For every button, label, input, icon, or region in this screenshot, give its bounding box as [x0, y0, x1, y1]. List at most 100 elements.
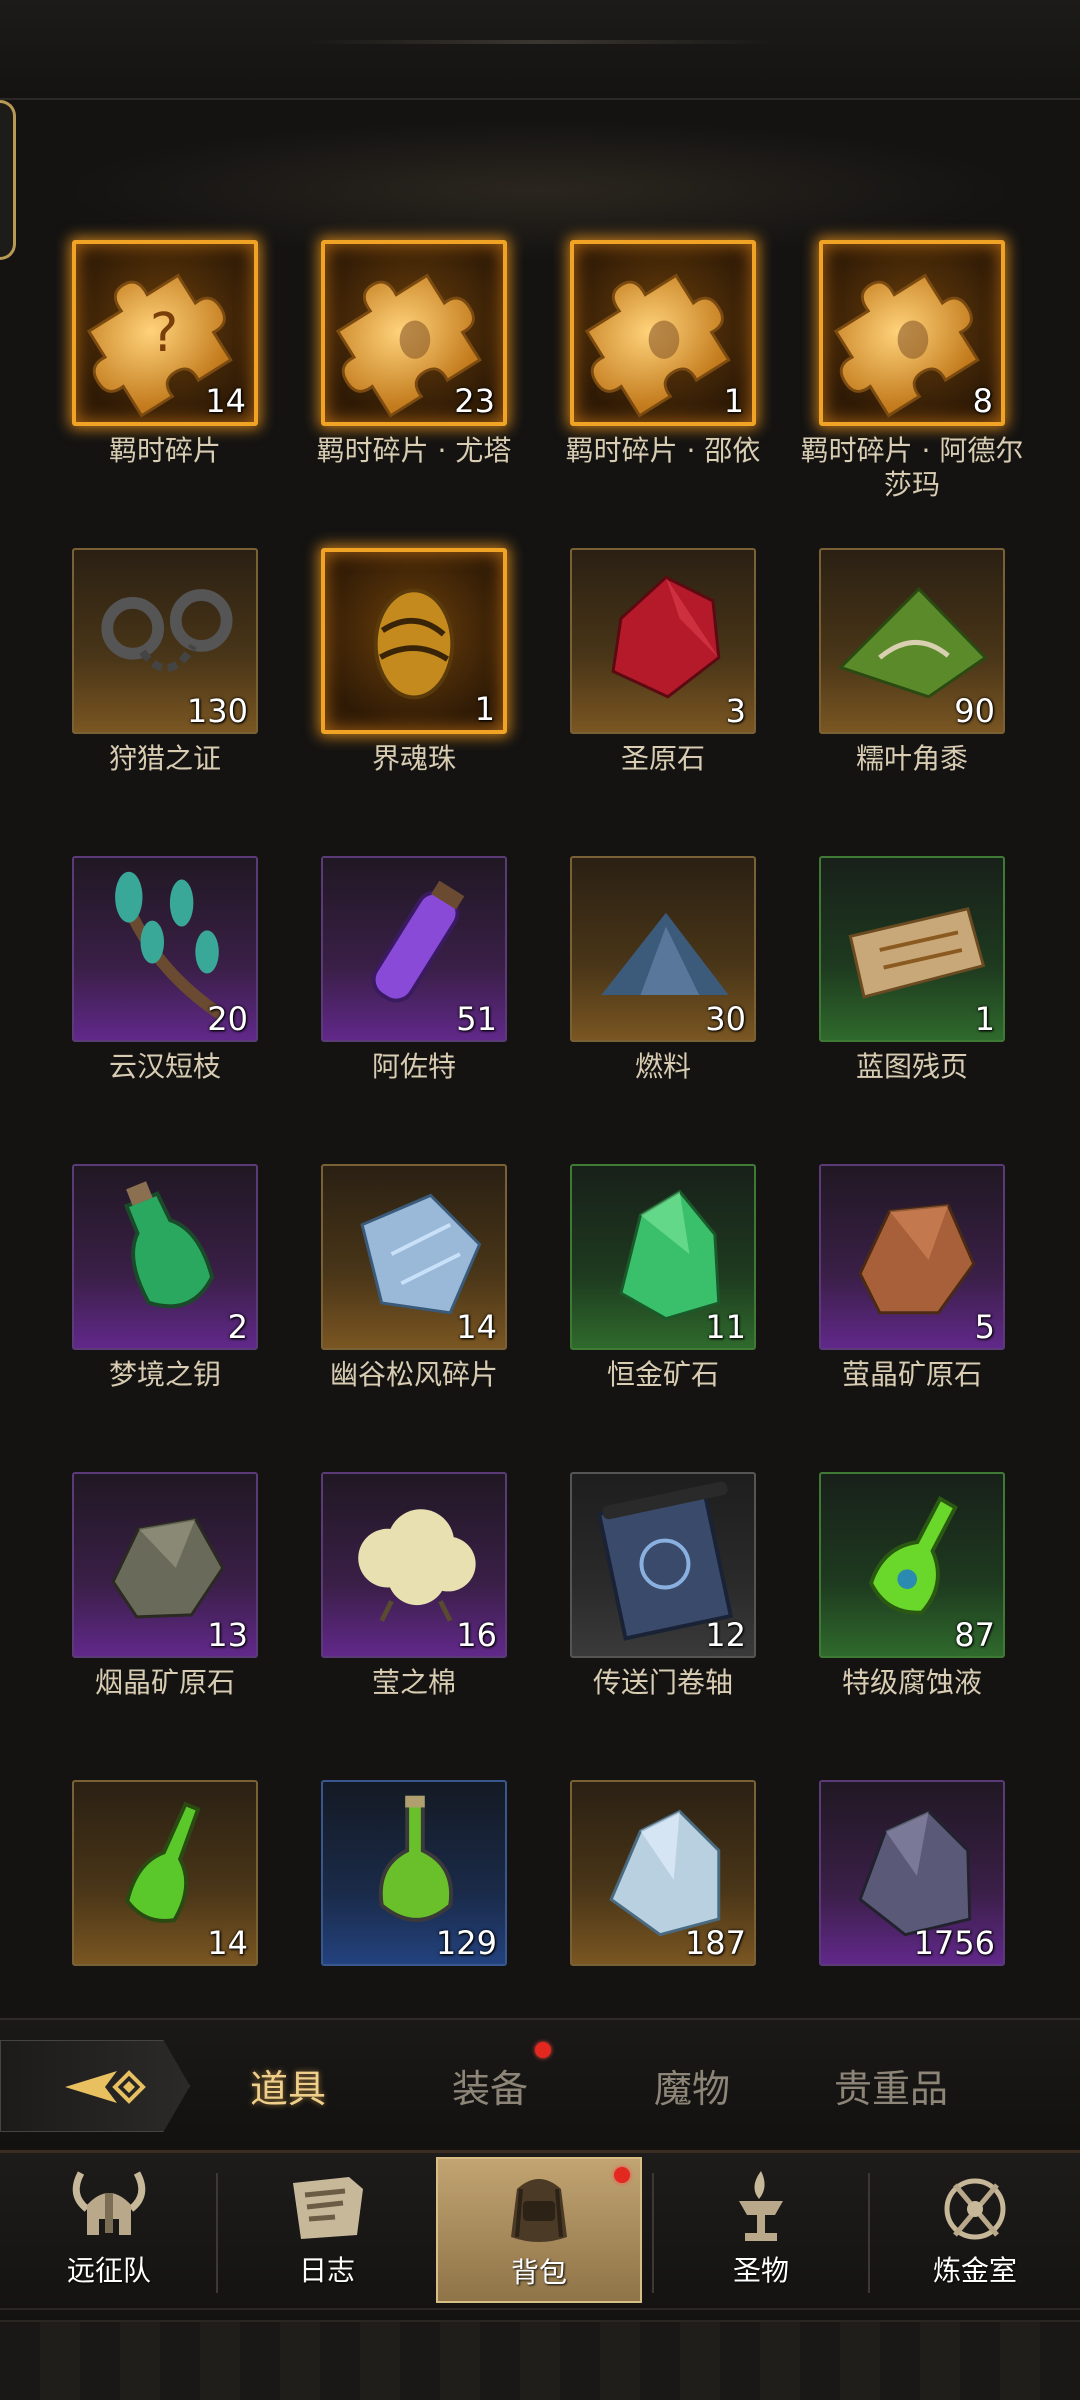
- item-count: 51: [456, 1000, 497, 1038]
- item-count: 13: [207, 1616, 248, 1654]
- nav-alchemy[interactable]: 炼金室: [872, 2157, 1078, 2303]
- item-slot[interactable]: 2: [72, 1164, 258, 1350]
- item-name: 传送门卷轴: [592, 1666, 733, 1699]
- backpack-badge: [614, 2167, 630, 2183]
- nav-expedition[interactable]: 远征队: [6, 2157, 212, 2303]
- item-slot[interactable]: 12: [570, 1472, 756, 1658]
- item-slot[interactable]: 5: [819, 1164, 1005, 1350]
- inventory-item[interactable]: 90 糯叶角黍: [819, 548, 1005, 856]
- item-count: 14: [207, 1924, 248, 1962]
- item-count: 8: [972, 382, 993, 420]
- ornament-line: [300, 40, 780, 44]
- item-slot[interactable]: 87: [819, 1472, 1005, 1658]
- nav-label: 日志: [298, 2254, 355, 2287]
- inventory-item[interactable]: 1 羁时碎片 · 邵依: [566, 240, 760, 548]
- item-slot[interactable]: 14: [321, 1164, 507, 1350]
- nav-divider: [216, 2173, 218, 2293]
- equipment-badge: [535, 2042, 551, 2058]
- item-slot[interactable]: 16: [321, 1472, 507, 1658]
- nav-divider: [652, 2173, 654, 2293]
- item-count: 5: [974, 1308, 995, 1346]
- item-slot[interactable]: 20: [72, 856, 258, 1042]
- item-count: 2: [227, 1308, 248, 1346]
- alchemy-circle-icon: [944, 2178, 1006, 2240]
- item-count: 187: [684, 1924, 746, 1962]
- svg-text:?: ?: [150, 301, 178, 364]
- item-name: 燃料: [634, 1050, 691, 1083]
- item-slot[interactable]: 30: [570, 856, 756, 1042]
- item-slot[interactable]: 1: [570, 240, 756, 426]
- inventory-item[interactable]: 13 烟晶矿原石: [72, 1472, 258, 1780]
- inventory-item[interactable]: 51 阿佐特: [321, 856, 507, 1164]
- item-slot[interactable]: 11: [570, 1164, 756, 1350]
- nav-log[interactable]: 日志: [224, 2157, 430, 2303]
- nav-backpack[interactable]: 背包: [436, 2157, 642, 2303]
- item-slot[interactable]: 23: [321, 240, 507, 426]
- item-count: 14: [205, 382, 246, 420]
- item-slot[interactable]: 1: [321, 548, 507, 734]
- item-slot[interactable]: 1: [819, 856, 1005, 1042]
- item-name: 圣原石: [620, 742, 705, 775]
- item-slot[interactable]: 129: [321, 1780, 507, 1966]
- item-slot[interactable]: 90: [819, 548, 1005, 734]
- inventory-item[interactable]: 87 特级腐蚀液: [819, 1472, 1005, 1780]
- collapse-tab-button[interactable]: [0, 2040, 190, 2132]
- inventory-item[interactable]: 2 梦境之钥: [72, 1164, 258, 1472]
- nav-bar: 远征队 日志 背包 圣物 炼金室: [0, 2150, 1080, 2310]
- inventory-item[interactable]: 5 萤晶矿原石: [819, 1164, 1005, 1472]
- inventory-item[interactable]: 12 传送门卷轴: [570, 1472, 756, 1780]
- backpack-icon: [511, 2179, 567, 2242]
- tab-monsters[interactable]: 魔物: [654, 2058, 730, 2113]
- item-count: 1: [974, 1000, 995, 1038]
- item-count: 14: [456, 1308, 497, 1346]
- inventory-item[interactable]: 30 燃料: [570, 856, 756, 1164]
- inventory-item[interactable]: 1 界魂珠: [321, 548, 507, 856]
- tab-equipment[interactable]: 装备: [452, 2058, 528, 2113]
- scroll-book-icon: [293, 2177, 363, 2239]
- horned-helmet-icon: [72, 2171, 146, 2235]
- item-name: 界魂珠: [371, 742, 456, 775]
- inventory-item[interactable]: 23 羁时碎片 · 尤塔: [317, 240, 511, 548]
- item-slot[interactable]: 13: [72, 1472, 258, 1658]
- inventory-item[interactable]: 8 羁时碎片 · 阿德尔莎玛: [801, 240, 1023, 548]
- item-name: 幽谷松风碎片: [329, 1358, 498, 1391]
- item-slot[interactable]: 187: [570, 1780, 756, 1966]
- item-count: 1: [474, 690, 495, 728]
- item-count: 23: [454, 382, 495, 420]
- item-name: 莹之棉: [371, 1666, 456, 1699]
- item-name: 羁时碎片 · 阿德尔莎玛: [800, 434, 1024, 501]
- item-name: 羁时碎片 · 尤塔: [316, 434, 512, 467]
- inventory-item[interactable]: 11 恒金矿石: [570, 1164, 756, 1472]
- item-count: 11: [705, 1308, 746, 1346]
- item-name: 梦境之钥: [108, 1358, 221, 1391]
- inventory-item[interactable]: 3 圣原石: [570, 548, 756, 856]
- item-name: 羁时碎片: [108, 434, 221, 467]
- item-name: 蓝图残页: [855, 1050, 968, 1083]
- item-name: 狩猎之证: [108, 742, 221, 775]
- inventory-item[interactable]: 130 狩猎之证: [72, 548, 258, 856]
- nav-label: 圣物: [732, 2254, 789, 2287]
- item-slot[interactable]: 8: [819, 240, 1005, 426]
- item-slot[interactable]: 51: [321, 856, 507, 1042]
- item-slot[interactable]: 1756: [819, 1780, 1005, 1966]
- tab-valuables[interactable]: 贵重品: [834, 2058, 948, 2113]
- inventory-item[interactable]: 16 莹之棉: [321, 1472, 507, 1780]
- nav-relics[interactable]: 圣物: [658, 2157, 864, 2303]
- nav-divider: [868, 2173, 870, 2293]
- side-pull-tab[interactable]: [0, 100, 16, 260]
- panel-glow: [60, 120, 1020, 260]
- nav-label: 炼金室: [932, 2254, 1017, 2287]
- inventory-item[interactable]: 14 幽谷松风碎片: [321, 1164, 507, 1472]
- item-count: 30: [705, 1000, 746, 1038]
- item-slot[interactable]: ? 14: [72, 240, 258, 426]
- inventory-item[interactable]: 20 云汉短枝: [72, 856, 258, 1164]
- item-slot[interactable]: 14: [72, 1780, 258, 1966]
- item-slot[interactable]: 130: [72, 548, 258, 734]
- item-count: 90: [954, 692, 995, 730]
- item-count: 130: [186, 692, 248, 730]
- inventory-item[interactable]: ? 14 羁时碎片: [72, 240, 258, 548]
- item-slot[interactable]: 3: [570, 548, 756, 734]
- item-name: 糯叶角黍: [855, 742, 968, 775]
- tab-items[interactable]: 道具: [250, 2058, 326, 2113]
- inventory-item[interactable]: 1 蓝图残页: [819, 856, 1005, 1164]
